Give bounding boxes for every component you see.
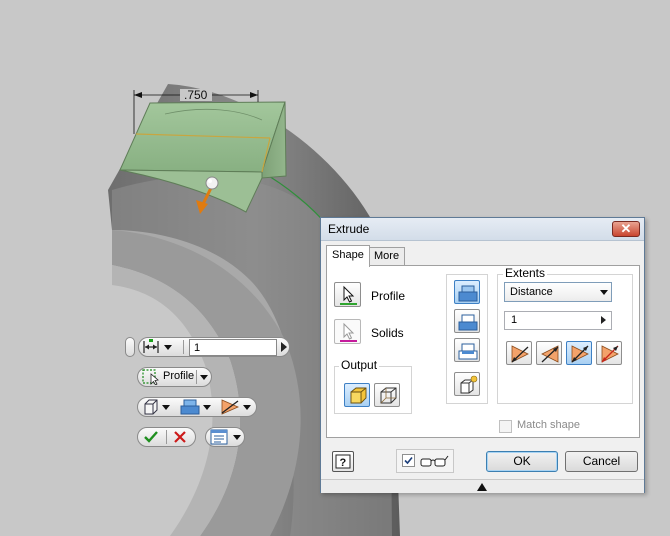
output-surface-button[interactable]	[374, 383, 400, 407]
chevron-down-icon	[164, 345, 172, 350]
output-type-button[interactable]	[142, 399, 174, 415]
output-group-title: Output	[339, 358, 380, 372]
chevron-down-icon	[243, 405, 251, 410]
chevron-down-icon	[600, 290, 608, 295]
profile-label: Profile	[163, 370, 195, 382]
distance-field-value: 1	[511, 314, 518, 326]
mini-cancel-button[interactable]	[172, 429, 190, 445]
preview-top-face	[119, 101, 286, 173]
direction-asymmetric-button[interactable]	[596, 341, 622, 365]
distance-mode-button[interactable]	[142, 339, 176, 355]
tab-more[interactable]: More	[368, 247, 406, 265]
intersect-button[interactable]	[454, 338, 480, 362]
direction-default-button[interactable]	[506, 341, 532, 365]
checkmark-icon	[144, 431, 158, 443]
distance-flyout-arrow-icon[interactable]	[281, 342, 287, 352]
distance-flyout-arrow-icon[interactable]	[601, 316, 606, 324]
cursor-arrow-icon	[340, 322, 357, 342]
x-cancel-icon	[174, 431, 186, 443]
match-shape-checkbox[interactable]	[499, 420, 512, 433]
chevron-down-icon	[203, 405, 211, 410]
profile-select-icon	[142, 369, 159, 385]
options-list-icon	[210, 429, 228, 445]
ok-button[interactable]: OK	[486, 451, 558, 472]
direction-asymmetric-icon	[601, 345, 619, 363]
question-help-icon: ?	[335, 454, 351, 469]
extrude-dialog: Extrude ✕ Shape More Profile Solids Outp…	[320, 217, 645, 493]
profile-label: Profile	[371, 289, 406, 303]
solids-label: Solids	[371, 326, 404, 340]
mini-toolbar-grip[interactable]	[125, 337, 135, 357]
cut-icon	[458, 314, 478, 331]
svg-text:?: ?	[340, 457, 347, 469]
operation-button[interactable]	[180, 399, 214, 415]
direction-flipped-icon	[541, 345, 559, 363]
distance-icon	[143, 339, 159, 353]
close-icon: ✕	[620, 221, 632, 236]
surface-cube-icon	[380, 387, 397, 404]
distance-field[interactable]: 1	[504, 311, 612, 330]
solids-select-button[interactable]	[334, 319, 361, 344]
help-button[interactable]: ?	[332, 451, 354, 472]
direction-flipped-button[interactable]	[536, 341, 562, 365]
extents-type-value: Distance	[510, 286, 553, 298]
extents-group-title: Extents	[503, 266, 548, 280]
chevron-down-icon	[162, 405, 170, 410]
tab-shape[interactable]: Shape	[326, 245, 370, 267]
direction-default-icon	[511, 345, 529, 363]
cut-button[interactable]	[454, 309, 480, 333]
new-solid-icon	[460, 375, 478, 394]
cancel-button[interactable]: Cancel	[565, 451, 638, 472]
close-button[interactable]: ✕	[612, 221, 640, 237]
join-operation-icon	[180, 399, 200, 415]
up-arrow-icon	[477, 483, 487, 491]
direction-button[interactable]	[220, 399, 254, 415]
extents-type-select[interactable]: Distance	[504, 282, 612, 302]
direction-symmetric-icon	[221, 399, 239, 415]
distance-input[interactable]	[189, 339, 277, 356]
dialog-expander-bar[interactable]	[321, 479, 644, 493]
mini-ok-button[interactable]	[143, 429, 161, 445]
intersect-icon	[458, 343, 478, 360]
output-solid-button[interactable]	[344, 383, 370, 407]
toolbar-separator	[166, 430, 167, 444]
cursor-arrow-icon	[340, 285, 357, 305]
glasses-icon[interactable]	[419, 453, 449, 469]
new-solid-button[interactable]	[454, 372, 480, 396]
join-icon	[458, 285, 478, 302]
preview-checkbox[interactable]	[402, 454, 415, 467]
toolbar-separator	[196, 370, 197, 384]
direction-symmetric-button[interactable]	[566, 341, 592, 365]
chevron-down-icon[interactable]	[200, 375, 208, 380]
shape-tab-panel: Profile Solids Output Extents Distance 1…	[326, 265, 640, 438]
chevron-down-icon	[233, 435, 241, 440]
solid-body-icon	[144, 399, 158, 415]
dimension-value[interactable]: .750	[184, 88, 208, 102]
checkmark-icon	[404, 456, 413, 465]
profile-select-button[interactable]	[334, 282, 361, 307]
toolbar-separator	[183, 340, 184, 354]
dialog-titlebar[interactable]: Extrude ✕	[321, 218, 644, 241]
dialog-title: Extrude	[328, 222, 370, 236]
solid-cube-icon	[350, 387, 367, 404]
match-shape-label: Match shape	[517, 419, 580, 431]
join-button[interactable]	[454, 280, 480, 304]
direction-symmetric-icon	[571, 345, 589, 363]
